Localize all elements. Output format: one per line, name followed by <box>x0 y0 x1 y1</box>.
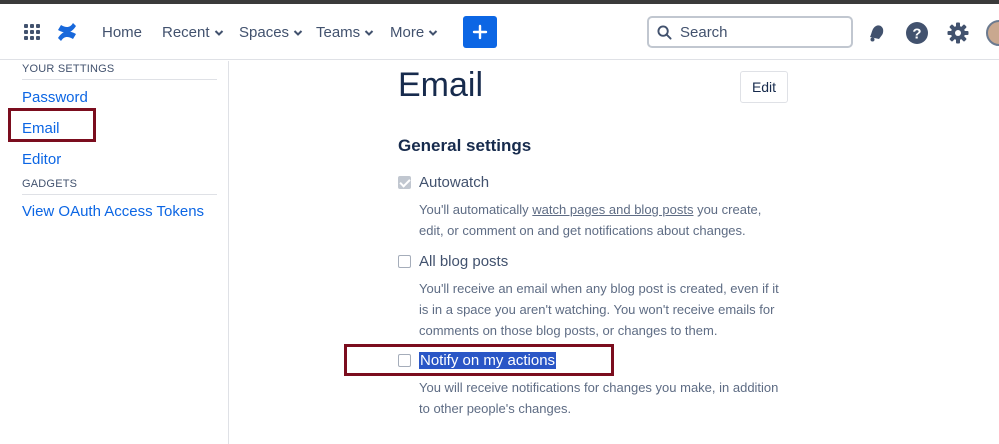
option-all-blog-posts: All blog posts You'll receive an email w… <box>398 253 798 341</box>
nav-recent[interactable]: Recent <box>162 24 224 41</box>
blog-posts-description: You'll receive an email when any blog po… <box>419 281 779 338</box>
watch-pages-link[interactable]: watch pages and blog posts <box>532 202 693 217</box>
blog-posts-checkbox[interactable] <box>398 255 411 268</box>
section-title: General settings <box>398 136 532 155</box>
nav-home-label: Home <box>102 24 143 41</box>
highlight-box-notify <box>344 344 614 376</box>
search-box[interactable] <box>647 16 853 48</box>
search-icon <box>657 24 672 40</box>
nav-teams-label: Teams <box>316 24 361 41</box>
settings-icon[interactable] <box>946 21 970 45</box>
sidebar-item-oauth-tokens[interactable]: View OAuth Access Tokens <box>22 203 204 220</box>
autowatch-desc-before: You'll automatically <box>419 202 533 217</box>
app-switcher-icon[interactable] <box>24 24 40 40</box>
nav-more[interactable]: More <box>390 24 438 41</box>
nav-home[interactable]: Home <box>102 24 142 41</box>
autowatch-checkbox[interactable] <box>398 176 411 189</box>
autowatch-label: Autowatch <box>419 174 490 191</box>
nav-spaces-label: Spaces <box>239 24 290 41</box>
notify-description: You will receive notifications for chang… <box>419 380 779 416</box>
chevron-down-icon <box>214 29 223 36</box>
autowatch-description: You'll automatically watch pages and blo… <box>419 199 789 241</box>
sidebar-item-password[interactable]: Password <box>22 89 88 106</box>
your-settings-heading: YOUR SETTINGS <box>22 63 217 80</box>
chevron-down-icon <box>364 29 374 36</box>
blog-posts-label: All blog posts <box>419 253 509 270</box>
highlight-box-email <box>8 108 96 142</box>
nav-teams[interactable]: Teams <box>316 24 374 41</box>
sidebar-item-editor[interactable]: Editor <box>22 151 61 168</box>
chevron-down-icon <box>293 29 303 36</box>
nav-more-label: More <box>390 24 425 41</box>
nav-recent-label: Recent <box>162 24 210 41</box>
avatar[interactable] <box>986 20 999 46</box>
gadgets-heading: GADGETS <box>22 178 217 195</box>
top-navigation: Home Recent Spaces Teams More ? <box>0 4 999 60</box>
chevron-down-icon <box>428 29 438 36</box>
nav-spaces[interactable]: Spaces <box>239 24 303 41</box>
create-button[interactable] <box>463 16 497 48</box>
confluence-logo-icon[interactable] <box>56 20 78 44</box>
notifications-icon[interactable] <box>864 21 888 45</box>
help-icon[interactable]: ? <box>905 21 929 45</box>
page-title: Email <box>398 66 484 104</box>
search-input[interactable] <box>680 23 830 41</box>
svg-text:?: ? <box>912 26 921 43</box>
plus-icon <box>472 24 488 40</box>
edit-button[interactable]: Edit <box>740 71 788 103</box>
option-autowatch: Autowatch You'll automatically watch pag… <box>398 174 798 241</box>
